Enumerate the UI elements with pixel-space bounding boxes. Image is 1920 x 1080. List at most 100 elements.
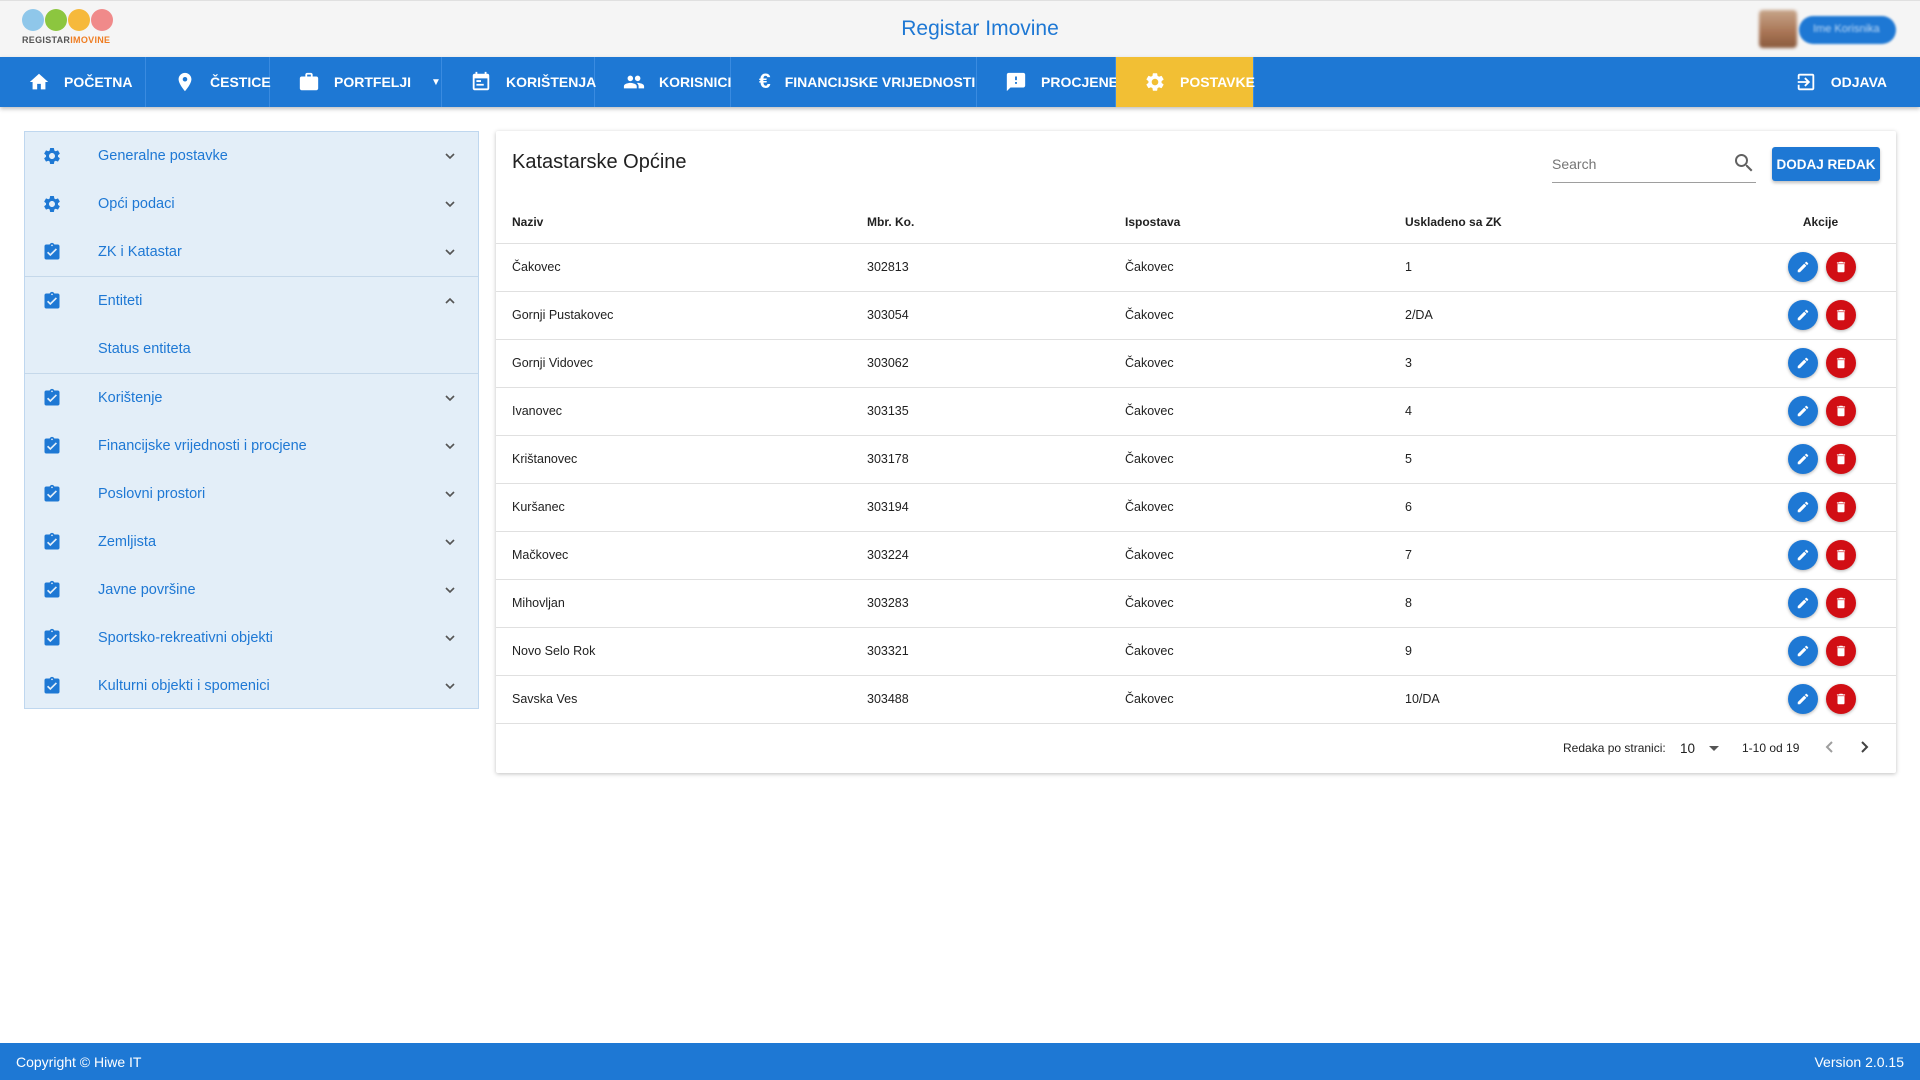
cell-zk-aligned: 5	[1405, 434, 1745, 483]
cell-mbr: 303135	[867, 386, 1125, 435]
cell-zk-aligned: 7	[1405, 530, 1745, 579]
pencil-icon	[1797, 357, 1808, 369]
cell-actions	[1745, 578, 1896, 627]
sidebar-item-label: ZK i Katastar	[98, 244, 182, 260]
column-header-actions: Akcije	[1802, 214, 1839, 229]
pencil-icon	[1797, 261, 1808, 273]
cell-name: Ivanovec	[496, 386, 867, 435]
cell-branch: Čakovec	[1125, 338, 1405, 387]
table-row: Čakovec 302813 Čakovec 1	[496, 242, 1896, 291]
cell-zk-aligned: 6	[1405, 482, 1745, 531]
column-header-branch[interactable]: Ispostava	[1125, 201, 1405, 243]
nav-users[interactable]: KORISNICI	[595, 57, 731, 107]
rows-per-page-select[interactable]: 10	[1680, 736, 1726, 760]
edit-button[interactable]	[1787, 588, 1818, 618]
nav-usages-label: KORIŠTENJA	[506, 74, 597, 90]
sidebar-item-financial-values[interactable]: Financijske vrijednosti i procjene	[25, 422, 478, 470]
search-input[interactable]	[1552, 151, 1722, 177]
cell-name: Novo Selo Rok	[496, 626, 867, 675]
delete-button[interactable]	[1825, 492, 1856, 522]
sidebar-item-cultural-objects[interactable]: Kulturni objekti i spomenici	[25, 662, 478, 710]
cell-name: Savska Ves	[496, 674, 867, 724]
delete-button[interactable]	[1825, 396, 1856, 426]
add-row-button[interactable]: DODAJ REDAK	[1772, 147, 1880, 181]
sidebar-item-usage[interactable]: Korištenje	[25, 374, 478, 422]
sidebar-item-land[interactable]: Zemljista	[25, 518, 478, 566]
sidebar-item-business-premises[interactable]: Poslovni prostori	[25, 470, 478, 518]
sidebar-item-sports-facilities[interactable]: Sportsko-rekreativni objekti	[25, 614, 478, 662]
next-page-button[interactable]	[1852, 735, 1876, 759]
cell-actions	[1745, 482, 1896, 531]
edit-button[interactable]	[1787, 396, 1818, 426]
nav-assessments[interactable]: PROCJENE	[977, 57, 1118, 107]
cell-mbr: 302813	[867, 242, 1125, 291]
delete-button[interactable]	[1825, 444, 1856, 474]
clipboard-check-icon	[42, 628, 62, 648]
edit-button[interactable]	[1787, 684, 1818, 714]
sidebar-item-zk-katastar[interactable]: ZK i Katastar	[25, 228, 478, 276]
sidebar-item-public-areas[interactable]: Javne površine	[25, 566, 478, 614]
map-pin-icon	[174, 71, 196, 93]
trash-icon	[1836, 549, 1845, 561]
delete-button[interactable]	[1825, 588, 1856, 618]
chevron-down-icon	[442, 630, 458, 646]
column-header-name[interactable]: Naziv	[496, 201, 867, 243]
nav-logout[interactable]: ODJAVA	[1767, 57, 1920, 107]
search-icon[interactable]	[1732, 151, 1756, 175]
edit-button[interactable]	[1787, 300, 1818, 330]
nav-usages[interactable]: KORIŠTENJA	[442, 57, 597, 107]
table-row: Ivanovec 303135 Čakovec 4	[496, 386, 1896, 435]
nav-users-label: KORISNICI	[659, 74, 732, 90]
settings-sidebar: Generalne postavke Opći podaci ZK i Kata…	[24, 131, 479, 709]
edit-button[interactable]	[1787, 492, 1818, 522]
user-menu[interactable]: Ime Korisnika	[1759, 10, 1896, 48]
logout-icon	[1795, 71, 1817, 93]
column-header-zk-aligned[interactable]: Uskladeno sa ZK	[1405, 201, 1745, 243]
table-row: Gornji Pustakovec 303054 Čakovec 2/DA	[496, 290, 1896, 339]
delete-button[interactable]	[1825, 636, 1856, 666]
delete-button[interactable]	[1825, 300, 1856, 330]
clipboard-check-icon	[42, 388, 62, 408]
avatar[interactable]	[1759, 10, 1797, 48]
nav-financial-label: FINANCIJSKE VRIJEDNOSTI	[784, 74, 976, 90]
column-header-mbr[interactable]: Mbr. Ko.	[867, 201, 1125, 243]
nav-settings[interactable]: POSTAVKE	[1116, 57, 1255, 107]
sidebar-item-label: Financijske vrijednosti i procjene	[98, 438, 307, 454]
edit-button[interactable]	[1787, 444, 1818, 474]
sidebar-item-general-settings[interactable]: Generalne postavke	[25, 132, 478, 180]
cell-name: Mihovljan	[496, 578, 867, 627]
delete-button[interactable]	[1825, 684, 1856, 714]
delete-button[interactable]	[1825, 252, 1856, 282]
edit-button[interactable]	[1787, 540, 1818, 570]
sidebar-item-entities[interactable]: Entiteti	[25, 277, 478, 325]
nav-parcels[interactable]: ČESTICE	[146, 57, 271, 107]
top-header: REGISTARIMOVINE Registar Imovine Ime Kor…	[0, 0, 1920, 57]
sidebar-item-label: Entiteti	[98, 293, 143, 309]
sidebar-item-general-data[interactable]: Opći podaci	[25, 180, 478, 228]
nav-portfolios[interactable]: PORTFELJI ▼	[270, 57, 442, 107]
nav-home[interactable]: POČETNA	[0, 57, 146, 107]
edit-button[interactable]	[1787, 348, 1818, 378]
nav-financial[interactable]: € FINANCIJSKE VRIJEDNOSTI	[731, 57, 977, 107]
edit-button[interactable]	[1787, 636, 1818, 666]
table-row: Gornji Vidovec 303062 Čakovec 3	[496, 338, 1896, 387]
cell-mbr: 303054	[867, 290, 1125, 339]
cell-actions	[1745, 242, 1896, 291]
cell-branch: Čakovec	[1125, 578, 1405, 627]
edit-button[interactable]	[1787, 252, 1818, 282]
sidebar-subitem-entity-status[interactable]: Status entiteta	[25, 325, 478, 373]
cell-mbr: 303062	[867, 338, 1125, 387]
user-name-pill[interactable]: Ime Korisnika	[1799, 16, 1896, 44]
delete-button[interactable]	[1825, 540, 1856, 570]
delete-button[interactable]	[1825, 348, 1856, 378]
nav-portfolios-label: PORTFELJI	[334, 74, 412, 90]
trash-icon	[1836, 501, 1845, 513]
trash-icon	[1836, 693, 1845, 705]
page-range: 1-10 od 19	[1742, 741, 1800, 755]
calendar-icon	[470, 71, 492, 93]
cell-zk-aligned: 9	[1405, 626, 1745, 675]
previous-page-button[interactable]	[1818, 735, 1842, 759]
chevron-down-icon	[442, 390, 458, 406]
nav-settings-label: POSTAVKE	[1180, 74, 1255, 90]
clipboard-check-icon	[42, 242, 62, 262]
